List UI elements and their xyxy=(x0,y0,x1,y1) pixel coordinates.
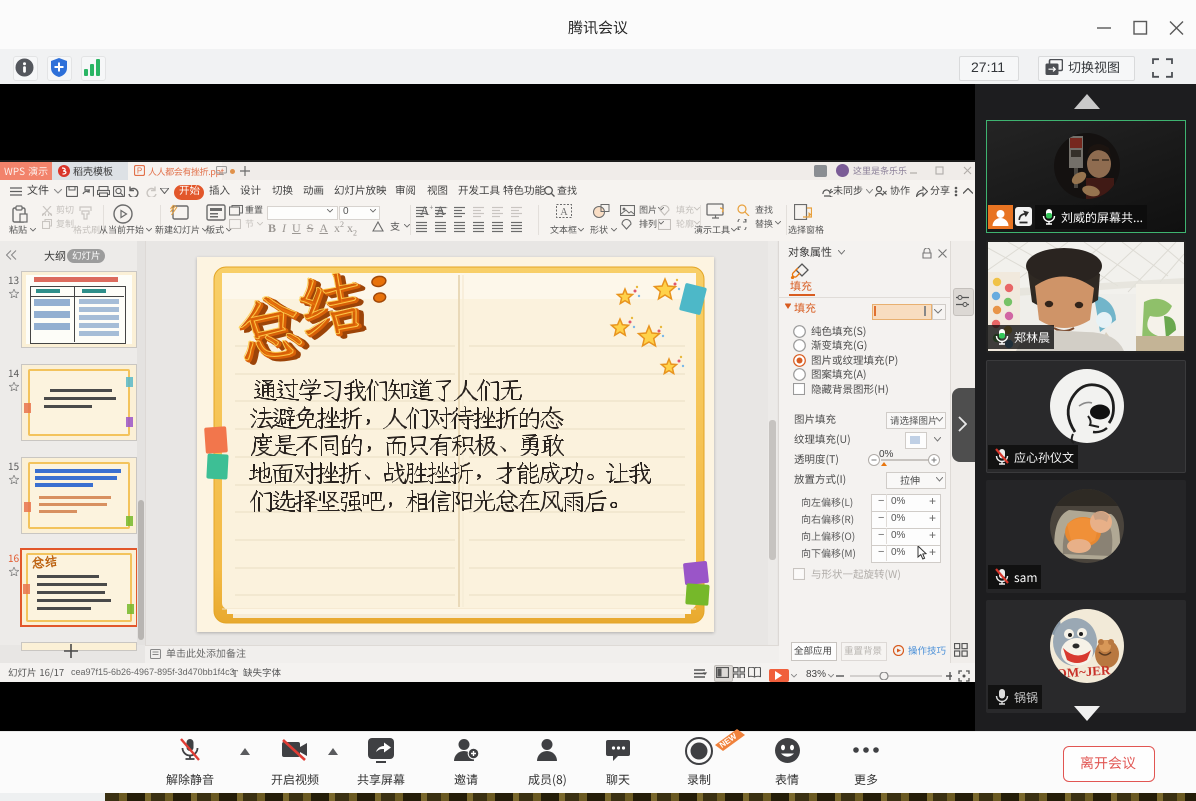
svg-text:T: T xyxy=(232,669,238,678)
svg-text:A: A xyxy=(560,207,568,218)
svg-text:P: P xyxy=(137,167,142,176)
